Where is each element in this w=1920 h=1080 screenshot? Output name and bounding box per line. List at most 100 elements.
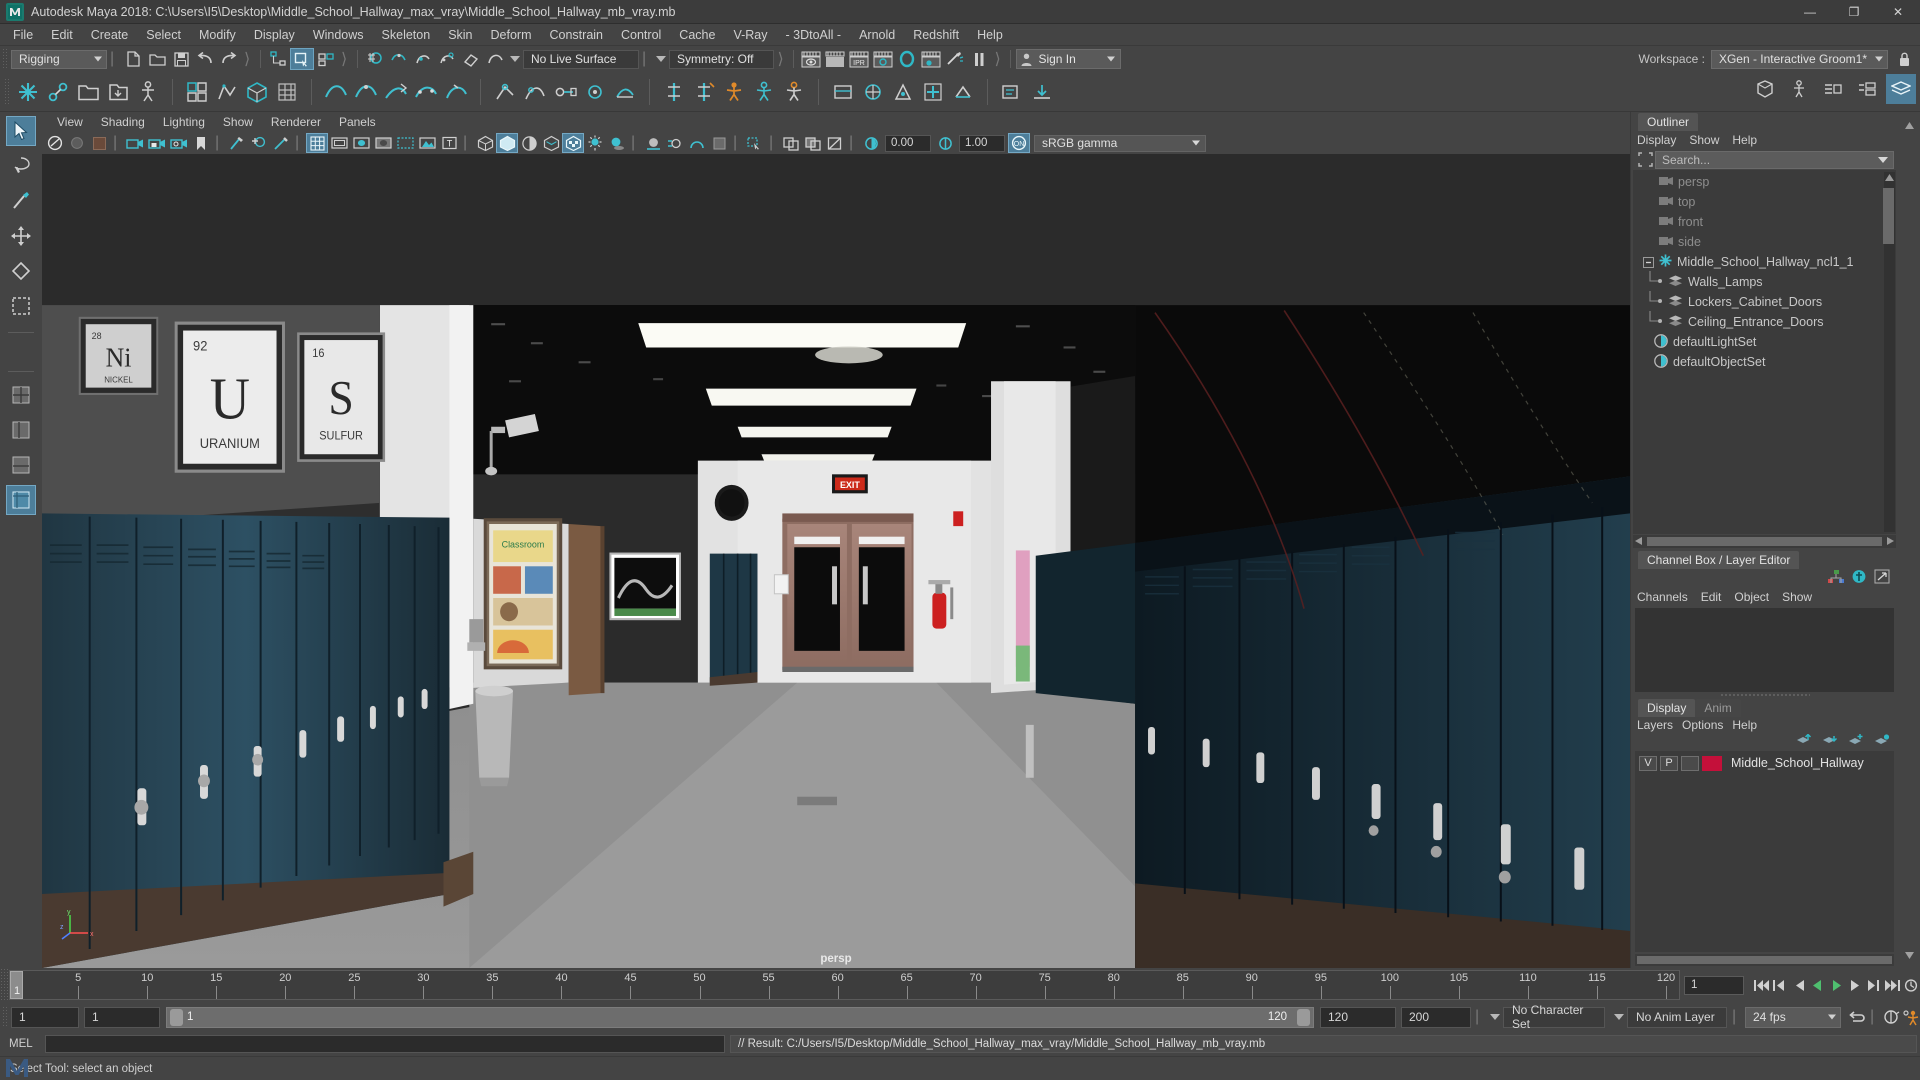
menu-3dtoall[interactable]: - 3DtoAll - (776, 26, 850, 44)
maximize-button[interactable]: ❐ (1832, 0, 1876, 24)
menu-skin[interactable]: Skin (439, 26, 481, 44)
shelf-toolE-icon[interactable] (948, 77, 978, 107)
shelf-toolC-icon[interactable] (888, 77, 918, 107)
scroll-right-arrow-icon[interactable] (1886, 534, 1894, 548)
go-to-end-button[interactable] (1884, 974, 1902, 996)
image-plane-icon[interactable] (416, 133, 438, 153)
channel-box-menu-object[interactable]: Object (1734, 590, 1778, 604)
snap-to-grid-button[interactable] (363, 48, 387, 70)
menu-modify[interactable]: Modify (190, 26, 245, 44)
save-scene-button[interactable] (169, 48, 193, 70)
menu-edit[interactable]: Edit (42, 26, 82, 44)
move-layer-up-icon[interactable] (1796, 733, 1812, 750)
menu-constrain[interactable]: Constrain (541, 26, 613, 44)
play-backwards-button[interactable] (1809, 974, 1827, 996)
shelf-bind-skin-icon[interactable] (659, 77, 689, 107)
film-gate-2-icon[interactable] (394, 133, 416, 153)
xray-joints-icon[interactable] (802, 133, 824, 153)
menu-file[interactable]: File (4, 26, 42, 44)
panel-resize-handle[interactable] (1631, 692, 1898, 699)
undo-button[interactable] (193, 48, 217, 70)
render-diagnostics-button[interactable] (943, 48, 967, 70)
bookmark-icon[interactable] (190, 133, 212, 153)
select-camera-icon[interactable] (44, 133, 66, 153)
snap-to-curve-button[interactable] (387, 48, 411, 70)
search-scope-icon[interactable] (1635, 151, 1655, 169)
toolbar-grip[interactable] (2, 48, 9, 70)
symmetry-dropdown[interactable] (653, 49, 669, 69)
channel-box-menu-edit[interactable]: Edit (1701, 590, 1731, 604)
shelf-ik-spline-icon[interactable] (520, 77, 550, 107)
open-scene-button[interactable] (145, 48, 169, 70)
gamma-icon[interactable] (934, 133, 956, 153)
layer-list[interactable]: V P Middle_School_Hallway (1635, 750, 1894, 952)
outliner-item-persp[interactable]: persp (1633, 172, 1896, 192)
step-back-key-button[interactable] (1772, 974, 1790, 996)
shelf-grip[interactable] (4, 77, 11, 106)
attribute-editor-icon[interactable] (1851, 569, 1867, 587)
shelf-skeleton-icon[interactable] (133, 77, 163, 107)
channel-box-menu-show[interactable]: Show (1782, 590, 1821, 604)
character-set-dropdown-arrow[interactable] (1487, 1007, 1503, 1027)
resolution-gate-icon[interactable] (350, 133, 372, 153)
live-surface-field[interactable]: No Live Surface (523, 49, 639, 69)
rail-scroll-up-icon[interactable] (1901, 116, 1917, 134)
shadows-icon[interactable] (606, 133, 628, 153)
shaded-wireframe-icon[interactable] (540, 133, 562, 153)
tab-channel-box[interactable]: Channel Box / Layer Editor (1638, 550, 1800, 569)
animation-preferences-button[interactable] (1902, 974, 1920, 996)
shelf-quadraw-icon[interactable] (212, 77, 242, 107)
shelf-joint-icon[interactable] (43, 77, 73, 107)
workspace-selector[interactable]: XGen - Interactive Groom1* (1710, 49, 1888, 69)
shelf-deform-icon[interactable] (610, 77, 640, 107)
shelf-toolA-icon[interactable] (828, 77, 858, 107)
menu-select[interactable]: Select (137, 26, 190, 44)
new-scene-button[interactable] (121, 48, 145, 70)
render-settings-button[interactable] (871, 48, 895, 70)
range-start-field[interactable]: 1 (84, 1006, 160, 1028)
menu-arnold[interactable]: Arnold (850, 26, 904, 44)
outliner-item-walls-lamps[interactable]: Walls_Lamps (1633, 270, 1896, 292)
viewport-menu-lighting[interactable]: Lighting (154, 114, 214, 130)
range-slider-grip[interactable] (2, 1006, 9, 1028)
minimize-button[interactable]: — (1788, 0, 1832, 24)
texture-display-icon[interactable] (562, 133, 584, 153)
viewport-menu-view[interactable]: View (48, 114, 92, 130)
shelf-layers-icon[interactable] (1886, 74, 1916, 104)
play-forwards-button[interactable] (1828, 974, 1846, 996)
snap-to-point-button[interactable] (411, 48, 435, 70)
menu-skeleton[interactable]: Skeleton (373, 26, 440, 44)
range-start-handle[interactable] (170, 1008, 183, 1026)
sign-in-button[interactable]: Sign In (1016, 49, 1122, 69)
outliner-persp-layout-button[interactable] (6, 415, 36, 445)
outliner-item-ceiling-entrance-doors[interactable]: Ceiling_Entrance_Doors (1633, 310, 1896, 332)
isolate-select-icon[interactable] (744, 133, 766, 153)
shelf-quick-rig-icon[interactable] (749, 77, 779, 107)
step-forward-frame-button[interactable] (1846, 974, 1864, 996)
select-tool-button[interactable] (6, 116, 36, 146)
paint-select-tool-button[interactable] (6, 186, 36, 216)
outliner-menu-help[interactable]: Help (1732, 133, 1766, 147)
layer-row[interactable]: V P Middle_School_Hallway (1635, 754, 1894, 773)
scale-tool-button[interactable] (6, 291, 36, 321)
auto-keyframe-button[interactable] (1882, 1006, 1901, 1028)
shelf-curve1-icon[interactable] (321, 77, 351, 107)
render-current-frame-button[interactable] (799, 48, 823, 70)
snap-options-dropdown[interactable] (507, 49, 523, 69)
current-time-indicator[interactable]: 1 (10, 971, 23, 999)
film-gate-icon[interactable] (328, 133, 350, 153)
outliner-item-lockers-cabinet-doors[interactable]: Lockers_Cabinet_Doors (1633, 290, 1896, 312)
outliner-item-default-light-set[interactable]: defaultLightSet (1633, 332, 1896, 352)
menu-control[interactable]: Control (612, 26, 670, 44)
lock-workspace-icon[interactable] (1892, 48, 1916, 70)
redo-render-button[interactable] (823, 48, 847, 70)
range-bar[interactable]: 1 120 (166, 1006, 1314, 1028)
wireframe-shading-icon[interactable] (474, 133, 496, 153)
anim-layer-dropdown-arrow[interactable] (1611, 1007, 1627, 1027)
playback-speed-selector[interactable]: 24 fps (1745, 1006, 1841, 1028)
modeling-toolkit-icon[interactable] (1874, 569, 1890, 587)
viewport-menu-panels[interactable]: Panels (330, 114, 385, 130)
animation-preferences-gear-button[interactable] (1901, 1006, 1920, 1028)
channel-box-menu-channels[interactable]: Channels (1637, 590, 1697, 604)
shelf-cube-icon[interactable] (242, 77, 272, 107)
